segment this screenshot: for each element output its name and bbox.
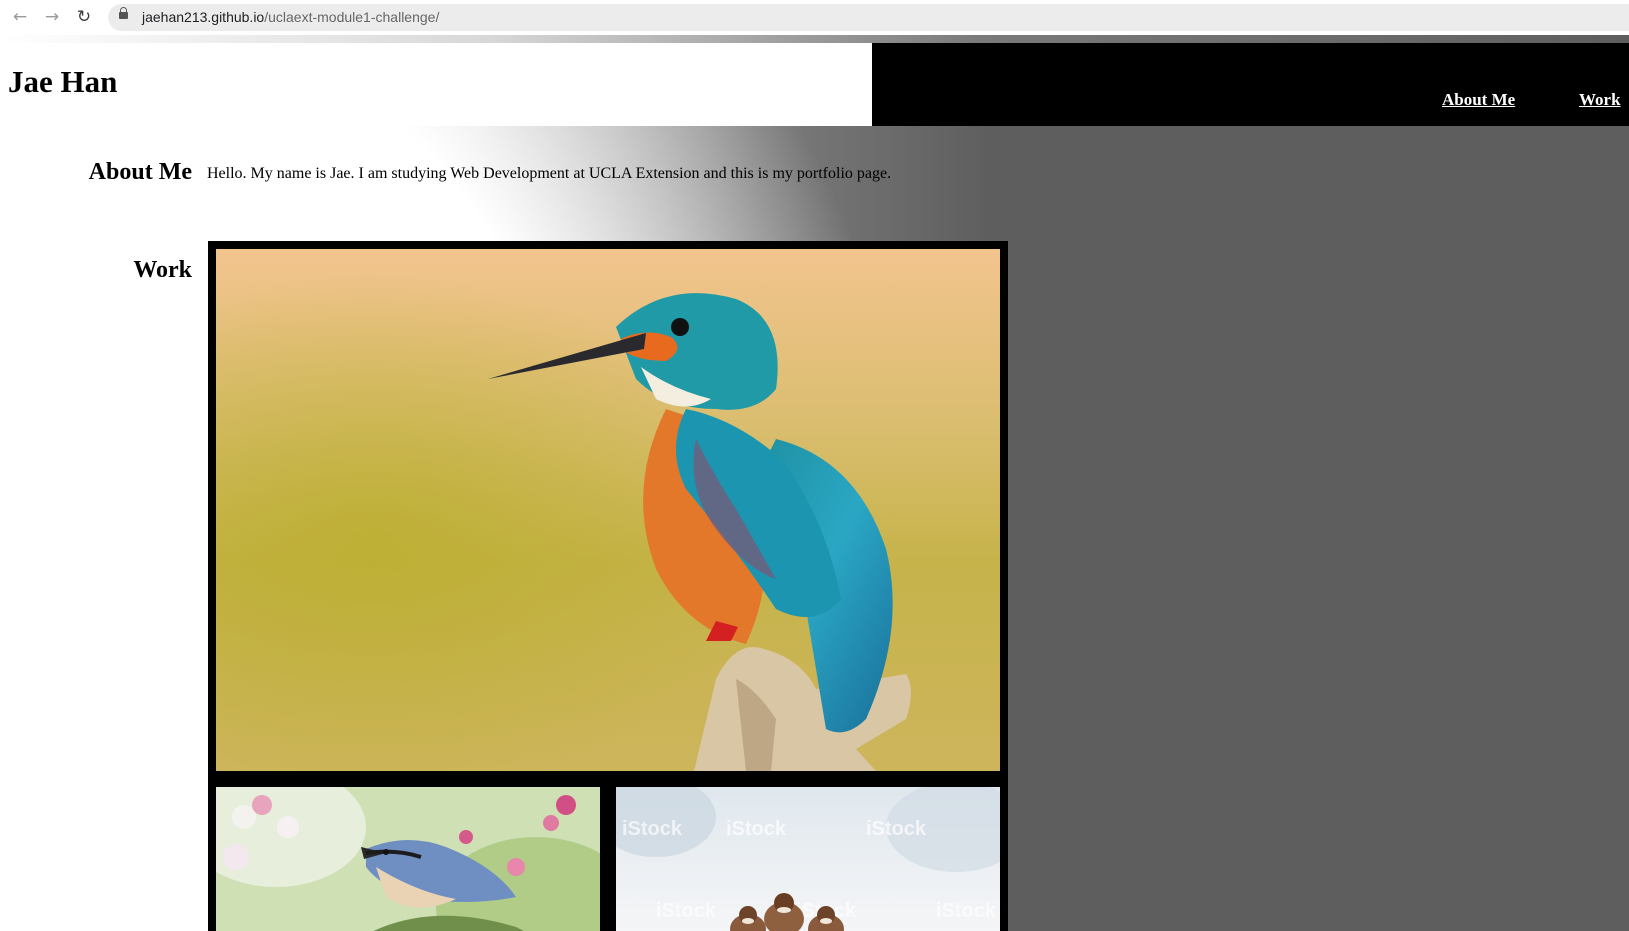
address-bar[interactable]: jaehan213.github.io/uclaext-module1-chal… [108,4,1629,31]
site-header: Jae Han About Me Work [0,43,1629,126]
about-text: Hello. My name is Jae. I am studying Web… [207,165,892,182]
browser-toolbar: ← → ↻ jaehan213.github.io/uclaext-module… [0,0,1629,35]
work-heading: Work [133,257,192,283]
nuthatch-image [216,787,600,931]
work-gallery: iStock iStock iStock iStock iStock iStoc… [208,241,1008,931]
arrow-right-icon[interactable]: → [41,6,63,28]
page-load-bar [0,35,1629,43]
url-text[interactable]: jaehan213.github.io/uclaext-module1-chal… [142,9,439,25]
url-path: /uclaext-module1-challenge/ [264,9,440,25]
sparrows-image: iStock iStock iStock iStock iStock iStoc… [616,787,1000,931]
watermark-text: iStock [726,818,787,840]
watermark-text: iStock [936,900,997,922]
arrow-left-icon[interactable]: ← [9,6,31,28]
watermark-text: iStock [866,818,927,840]
work-tile-kingfisher[interactable] [216,249,1000,771]
work-tile-nuthatch[interactable] [216,787,600,931]
lock-icon [119,7,128,19]
about-heading: About Me [88,159,192,185]
site-title: Jae Han [8,64,118,99]
nav-link-work[interactable]: Work [1579,90,1621,110]
header-brand: Jae Han [0,43,872,126]
work-tile-sparrows[interactable]: iStock iStock iStock iStock iStock iStoc… [616,787,1000,931]
url-host: jaehan213.github.io [142,9,265,25]
reload-icon[interactable]: ↻ [73,6,95,28]
kingfisher-image [216,249,1000,771]
watermark-text: iStock [656,900,717,922]
page-body: Jae Han About Me Work About Me Hello. My… [0,43,1629,931]
watermark-text: iStock [622,818,683,840]
nav-link-about-me[interactable]: About Me [1442,90,1515,110]
header-nav: About Me Work [872,43,1629,126]
